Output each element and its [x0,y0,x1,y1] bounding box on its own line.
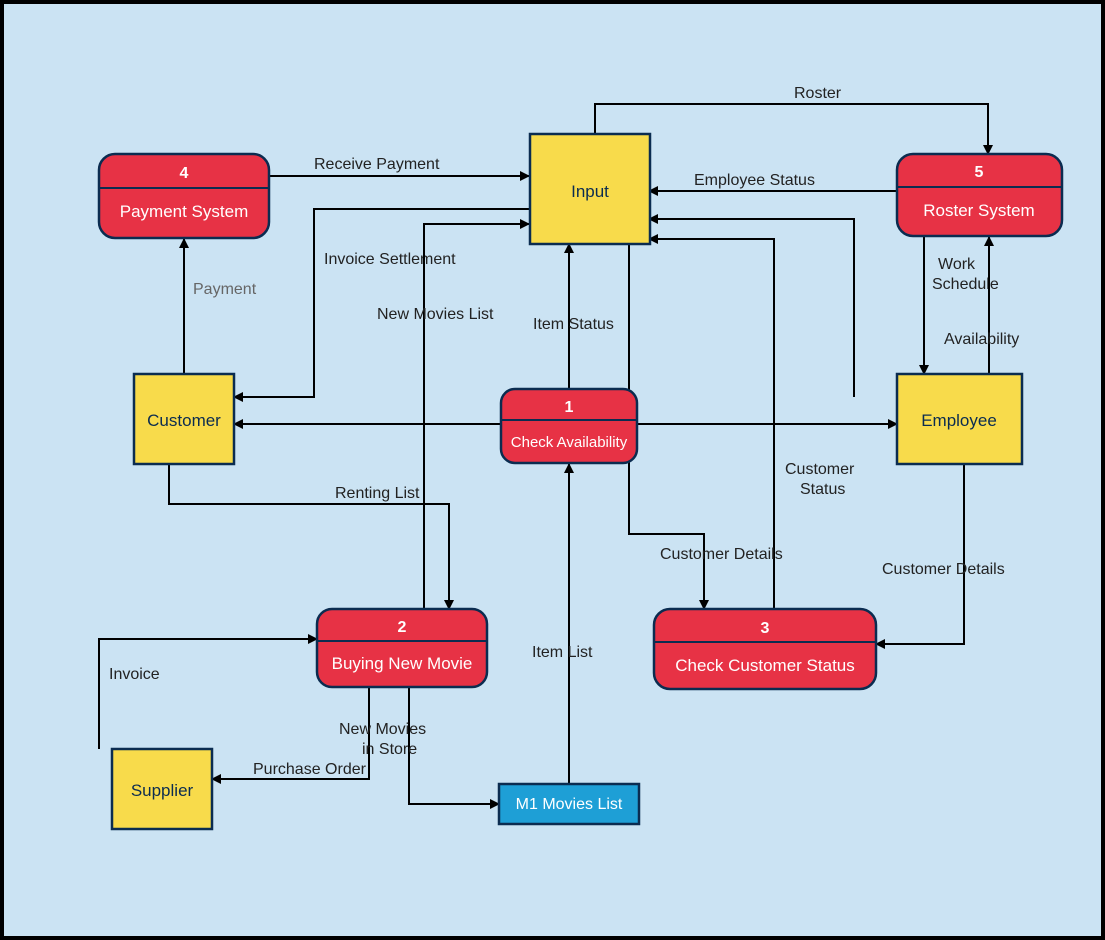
flow-new-movies-store [409,688,499,804]
process-4-num: 4 [180,165,189,182]
flow-item-status-label: Item Status [533,316,614,333]
flow-customer-details-2-label: Customer Details [882,561,1005,578]
flow-availability-label: Availability [944,331,1019,348]
entity-customer-label: Customer [147,411,221,430]
process-buying-new-movie: 2 Buying New Movie [317,609,487,687]
flow-payment-label: Payment [193,281,257,298]
flow-customer-details-label: Customer Details [660,546,783,563]
flow-item-list-label: Item List [532,644,593,661]
flow-roster-label: Roster [794,85,842,102]
flow-new-movies-store-label2: in Store [362,741,417,758]
process-5-label: Roster System [923,201,1034,220]
process-roster-system: 5 Roster System [897,154,1062,236]
flow-work-schedule-label1: Work [938,256,976,273]
process-3-label: Check Customer Status [675,656,855,675]
entity-input-label: Input [571,182,609,201]
entity-customer: Customer [134,374,234,464]
flow-employee-input [649,219,854,397]
process-1-label: Check Availability [511,434,628,451]
flow-receive-payment-label: Receive Payment [314,156,440,173]
process-2-num: 2 [398,619,407,636]
process-payment-system: 4 Payment System [99,154,269,238]
diagram-canvas: Roster Receive Payment Employee Status P… [0,0,1105,940]
process-5-num: 5 [975,164,984,181]
flow-customer-details-2 [876,464,964,644]
flow-customer-status-label2: Status [800,481,845,498]
flow-purchase-order-label: Purchase Order [253,761,367,778]
datastore-m1-movies-list: M1 Movies List [499,784,639,824]
process-check-customer-status: 3 Check Customer Status [654,609,876,689]
process-2-label: Buying New Movie [332,654,473,673]
entity-employee-label: Employee [921,411,997,430]
flow-invoice-settlement-label: Invoice Settlement [324,251,456,268]
flow-renting-list-label: Renting List [335,485,420,502]
entity-input: Input [530,134,650,244]
diagram-svg: Roster Receive Payment Employee Status P… [4,4,1101,936]
flow-invoice-settlement [234,209,529,397]
flow-new-movies-store-label1: New Movies [339,721,426,738]
entity-supplier-label: Supplier [131,781,194,800]
entity-employee: Employee [897,374,1022,464]
flow-roster [595,104,988,154]
entity-supplier: Supplier [112,749,212,829]
process-3-num: 3 [761,620,770,637]
flow-employee-status-label: Employee Status [694,172,815,189]
flow-new-movies-list-label: New Movies List [377,306,494,323]
process-check-availability: 1 Check Availability [501,389,637,463]
process-1-num: 1 [565,399,574,416]
datastore-m1-label: M1 Movies List [516,796,623,813]
process-4-label: Payment System [120,202,249,221]
flow-invoice [99,639,317,749]
flow-invoice-label: Invoice [109,666,160,683]
flow-customer-status-label1: Customer [785,461,855,478]
